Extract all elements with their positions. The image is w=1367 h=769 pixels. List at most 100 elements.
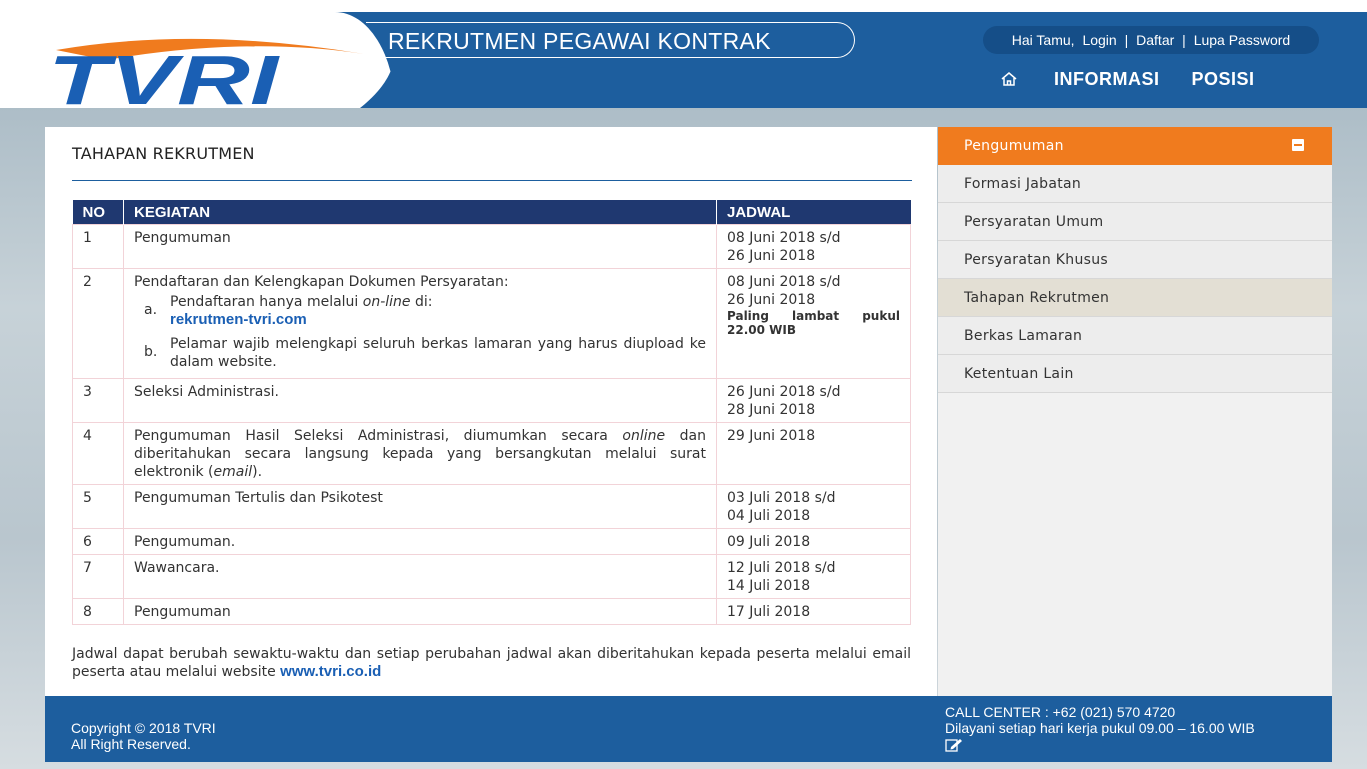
row-no: 1 (72, 224, 124, 269)
row-jadwal: 26 Juni 2018 s/d 28 Juni 2018 (716, 378, 911, 423)
auth-separator: | (1182, 32, 1186, 48)
list-item: a. Pendaftaran hanya melalui on-line di:… (134, 293, 706, 329)
row-kegiatan: Pengumuman (123, 598, 717, 625)
home-icon[interactable] (1000, 70, 1018, 88)
header-kegiatan: KEGIATAN (123, 200, 717, 225)
jadwal-line: 08 Juni 2018 s/d (727, 274, 841, 290)
row-no: 5 (72, 484, 124, 529)
row-jadwal: 08 Juni 2018 s/d 26 Juni 2018 Paling lam… (716, 268, 911, 379)
table-row: 4 Pengumuman Hasil Seleksi Administrasi,… (72, 422, 911, 485)
kegiatan-em: online (622, 428, 666, 444)
jadwal-line: 04 Juli 2018 (727, 508, 811, 524)
main-content: TAHAPAN REKRUTMEN NO KEGIATAN JADWAL 1 P… (45, 127, 937, 696)
row-no: 2 (72, 268, 124, 379)
jadwal-line: 28 Juni 2018 (727, 402, 816, 418)
sidebar-item-persyaratan-khusus[interactable]: Persyaratan Khusus (938, 241, 1332, 279)
tvri-logo[interactable]: TVRI (46, 24, 366, 108)
jadwal-line: 09 Juli 2018 (727, 534, 811, 550)
list-letter: a. (144, 302, 158, 318)
jadwal-line: 26 Juni 2018 s/d (727, 384, 841, 400)
sub-list: a. Pendaftaran hanya melalui on-line di:… (134, 293, 706, 371)
sidebar: Pengumuman Formasi Jabatan Persyaratan U… (938, 127, 1332, 696)
table-row: 1 Pengumuman 08 Juni 2018 s/d 26 Juni 20… (72, 224, 911, 269)
sidebar-item-persyaratan-umum[interactable]: Persyaratan Umum (938, 203, 1332, 241)
jadwal-line: 26 Juni 2018 (727, 292, 816, 308)
jadwal-line: 17 Juli 2018 (727, 604, 811, 620)
row-kegiatan: Seleksi Administrasi. (123, 378, 717, 423)
schedule-table: NO KEGIATAN JADWAL 1 Pengumuman 08 Juni … (72, 200, 911, 625)
kegiatan-pre: Pengumuman Hasil Seleksi Administrasi, d… (134, 428, 623, 444)
row-no: 8 (72, 598, 124, 625)
nav-informasi[interactable]: INFORMASI (1054, 69, 1160, 90)
row-no: 6 (72, 528, 124, 555)
table-row: 6 Pengumuman. 09 Juli 2018 (72, 528, 911, 555)
call-center-text: CALL CENTER : +62 (021) 570 4720 (945, 704, 1176, 720)
rekrutmen-link[interactable]: rekrutmen-tvri.com (170, 311, 307, 328)
text-em: on-line (362, 294, 411, 310)
kegiatan-post: ). (252, 464, 263, 480)
edit-icon[interactable] (945, 738, 963, 752)
text-post: di: (410, 294, 433, 310)
site-footer: Copyright © 2018 TVRI All Right Reserved… (45, 696, 1332, 762)
nav-posisi[interactable]: POSISI (1192, 69, 1255, 90)
sidebar-item-ketentuan-lain[interactable]: Ketentuan Lain (938, 355, 1332, 393)
kegiatan-em: email (213, 464, 253, 480)
logo-text: TVRI (48, 41, 280, 108)
jadwal-line: 08 Juni 2018 s/d (727, 230, 841, 246)
table-row: 2 Pendaftaran dan Kelengkapan Dokumen Pe… (72, 268, 911, 379)
sidebar-header-label: Pengumuman (964, 138, 1064, 154)
jadwal-line: 29 Juni 2018 (727, 428, 816, 444)
table-row: 8 Pengumuman 17 Juli 2018 (72, 598, 911, 625)
list-letter: b. (144, 344, 158, 360)
auth-bar: Hai Tamu, Login | Daftar | Lupa Password (983, 26, 1319, 54)
jadwal-line: 03 Juli 2018 s/d (727, 490, 836, 506)
register-link[interactable]: Daftar (1136, 32, 1174, 48)
header-no: NO (72, 200, 124, 225)
rights-text: All Right Reserved. (71, 736, 191, 752)
row-no: 7 (72, 554, 124, 599)
table-row: 5 Pengumuman Tertulis dan Psikotest 03 J… (72, 484, 911, 529)
forgot-password-link[interactable]: Lupa Password (1194, 32, 1291, 48)
list-text: Pendaftaran hanya melalui on-line di: re… (170, 293, 706, 329)
jadwal-line: 12 Juli 2018 s/d (727, 560, 836, 576)
login-link[interactable]: Login (1082, 32, 1116, 48)
top-strip (0, 0, 1367, 12)
list-item: b. Pelamar wajib melengkapi seluruh berk… (134, 335, 706, 371)
table-row: 3 Seleksi Administrasi. 26 Juni 2018 s/d… (72, 378, 911, 423)
site-header: TVRI REKRUTMEN PEGAWAI KONTRAK Hai Tamu,… (0, 12, 1367, 108)
sidebar-header-pengumuman[interactable]: Pengumuman (938, 127, 1332, 165)
row-no: 4 (72, 422, 124, 485)
sidebar-item-formasi-jabatan[interactable]: Formasi Jabatan (938, 165, 1332, 203)
table-header-row: NO KEGIATAN JADWAL (72, 200, 911, 225)
jadwal-line: 26 Juni 2018 (727, 248, 816, 264)
sidebar-item-berkas-lamaran[interactable]: Berkas Lamaran (938, 317, 1332, 355)
row-kegiatan: Wawancara. (123, 554, 717, 599)
row-jadwal: 17 Juli 2018 (716, 598, 911, 625)
copyright-text: Copyright © 2018 TVRI (71, 720, 216, 736)
tvri-website-link[interactable]: www.tvri.co.id (280, 663, 381, 680)
list-text: Pelamar wajib melengkapi seluruh berkas … (170, 336, 706, 370)
kegiatan-text: Pendaftaran dan Kelengkapan Dokumen Pers… (134, 274, 509, 290)
row-jadwal: 12 Juli 2018 s/d 14 Juli 2018 (716, 554, 911, 599)
main-nav: INFORMASI POSISI (1000, 66, 1287, 92)
jadwal-line: 14 Juli 2018 (727, 578, 811, 594)
row-kegiatan: Pengumuman (123, 224, 717, 269)
row-kegiatan: Pengumuman Hasil Seleksi Administrasi, d… (123, 422, 717, 485)
auth-separator: | (1124, 32, 1129, 48)
row-no: 3 (72, 378, 124, 423)
note-text: Jadwal dapat berubah sewaktu-waktu dan s… (72, 646, 911, 680)
row-jadwal: 08 Juni 2018 s/d 26 Juni 2018 (716, 224, 911, 269)
sidebar-item-tahapan-rekrutmen[interactable]: Tahapan Rekrutmen (938, 279, 1332, 317)
site-title: REKRUTMEN PEGAWAI KONTRAK (366, 22, 855, 58)
title-divider (72, 180, 912, 181)
row-kegiatan: Pengumuman. (123, 528, 717, 555)
greeting-text: Hai Tamu, (1011, 32, 1075, 48)
row-jadwal: 03 Juli 2018 s/d 04 Juli 2018 (716, 484, 911, 529)
service-hours-text: Dilayani setiap hari kerja pukul 09.00 –… (945, 720, 1255, 736)
collapse-icon[interactable] (1292, 139, 1304, 151)
row-kegiatan: Pengumuman Tertulis dan Psikotest (123, 484, 717, 529)
row-kegiatan: Pendaftaran dan Kelengkapan Dokumen Pers… (123, 268, 717, 379)
page-title: TAHAPAN REKRUTMEN (72, 144, 255, 163)
copyright-block: Copyright © 2018 TVRI All Right Reserved… (71, 720, 216, 752)
row-jadwal: 09 Juli 2018 (716, 528, 911, 555)
